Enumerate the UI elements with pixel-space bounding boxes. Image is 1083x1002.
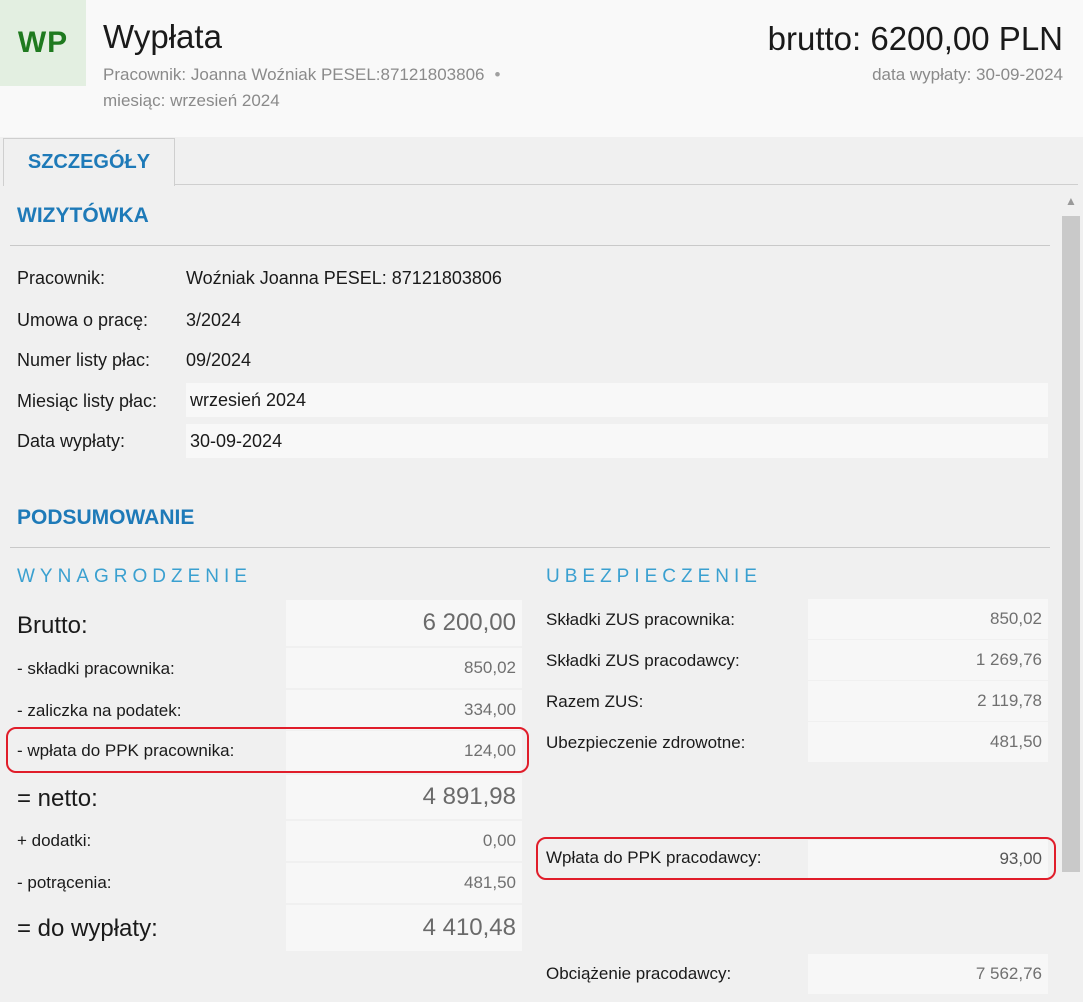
label-do-wyplaty: = do wypłaty: xyxy=(17,915,158,942)
label-razem-zus: Razem ZUS: xyxy=(546,692,644,711)
label-zus-pracownika: Składki ZUS pracownika: xyxy=(546,610,735,629)
value-netto: 4 891,98 xyxy=(286,775,522,819)
label-skladki-pracownika: - składki pracownika: xyxy=(17,659,175,678)
highlight-ppk-pracodawcy xyxy=(536,837,1056,880)
subtitle-employee: Pracownik: Joanna Woźniak PESEL:87121803… xyxy=(103,65,500,85)
value-brutto: 6 200,00 xyxy=(286,600,522,646)
label-numer-listy: Numer listy płac: xyxy=(17,350,151,370)
highlight-ppk-pracownika xyxy=(6,727,529,773)
value-zaliczka-podatek: 334,00 xyxy=(286,690,522,730)
section-title-podsumowanie: PODSUMOWANIE xyxy=(17,506,195,529)
subheading-wynagrodzenie: WYNAGRODZENIE xyxy=(17,566,252,587)
section-title-wizytowka: WIZYTÓWKA xyxy=(17,204,149,227)
value-zus-pracownika: 850,02 xyxy=(808,599,1048,639)
label-ubezp-zdrowotne: Ubezpieczenie zdrowotne: xyxy=(546,733,746,752)
value-obciazenie-pracodawcy: 7 562,76 xyxy=(808,954,1048,994)
label-potracenia: - potrącenia: xyxy=(17,873,112,892)
label-zaliczka-podatek: - zaliczka na podatek: xyxy=(17,701,182,720)
avatar: WP xyxy=(0,0,86,86)
label-zus-pracodawcy: Składki ZUS pracodawcy: xyxy=(546,651,740,670)
value-razem-zus: 2 119,78 xyxy=(808,681,1048,721)
value-skladki-pracownika: 850,02 xyxy=(286,648,522,688)
section-divider xyxy=(10,245,1050,246)
tab-divider xyxy=(174,184,1078,185)
page-title: Wypłata xyxy=(103,18,222,55)
value-umowa: 3/2024 xyxy=(186,310,242,330)
value-dodatki: 0,00 xyxy=(286,821,522,861)
avatar-initials: WP xyxy=(17,26,69,59)
tab-szczegoly[interactable]: SZCZEGÓŁY xyxy=(3,138,175,186)
label-netto: = netto: xyxy=(17,785,98,812)
label-data-wyplaty: Data wypłaty: xyxy=(17,431,126,451)
section-divider xyxy=(10,547,1050,548)
value-potracenia: 481,50 xyxy=(286,863,522,903)
subtitle-employee-text: Pracownik: Joanna Woźniak PESEL:87121803… xyxy=(103,65,485,84)
label-obciazenie-pracodawcy: Obciążenie pracodawcy: xyxy=(546,964,732,983)
brutto-total: brutto: 6200,00 PLN xyxy=(767,20,1063,57)
label-brutto: Brutto: xyxy=(17,612,88,639)
separator-dot: • xyxy=(494,65,501,84)
subtitle-month: miesiąc: wrzesień 2024 xyxy=(103,91,280,110)
field-data-wyplaty: 30-09-2024 xyxy=(186,424,1048,458)
field-miesiac-listy: wrzesień 2024 xyxy=(186,383,1048,417)
value-zus-pracodawcy: 1 269,76 xyxy=(808,640,1048,680)
label-pracownik: Pracownik: xyxy=(17,268,106,288)
label-miesiac-listy: Miesiąc listy płac: xyxy=(17,391,158,411)
subheading-ubezpieczenie: UBEZPIECZENIE xyxy=(546,566,762,587)
value-ubezp-zdrowotne: 481,50 xyxy=(808,722,1048,762)
label-dodatki: + dodatki: xyxy=(17,831,92,850)
value-pracownik: Woźniak Joanna PESEL: 87121803806 xyxy=(186,268,502,288)
label-umowa: Umowa o pracę: xyxy=(17,310,149,330)
value-numer-listy: 09/2024 xyxy=(186,350,252,370)
value-do-wyplaty: 4 410,48 xyxy=(286,905,522,951)
header: WP Wypłata Pracownik: Joanna Woźniak PES… xyxy=(0,0,1083,137)
scroll-up-icon[interactable]: ▲ xyxy=(1063,193,1079,209)
scrollbar-thumb[interactable] xyxy=(1062,216,1080,872)
payment-date: data wypłaty: 30-09-2024 xyxy=(872,65,1063,84)
